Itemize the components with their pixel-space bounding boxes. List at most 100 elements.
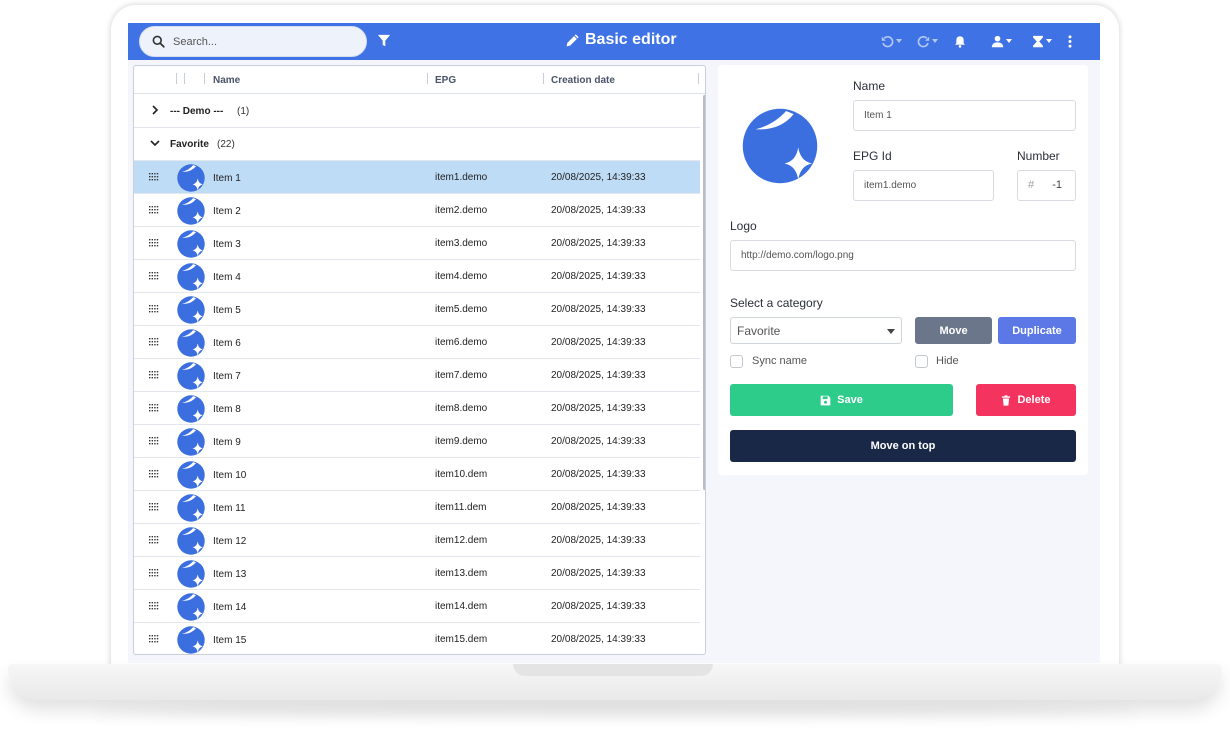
creation-date-cell: 20/08/2025, 14:39:33 [551,634,646,645]
logo-url-input[interactable] [730,240,1076,271]
table-row[interactable]: Item 6 item6.demo 20/08/2025, 14:39:33 [134,326,700,359]
column-separator[interactable] [184,73,185,84]
table-row[interactable]: Item 14 item14.dem 20/08/2025, 14:39:33 [134,590,700,623]
drag-handle-icon[interactable] [149,338,159,346]
filter-icon[interactable] [377,34,391,48]
table-row[interactable]: Item 7 item7.demo 20/08/2025, 14:39:33 [134,359,700,392]
table-row[interactable]: Item 12 item12.dem 20/08/2025, 14:39:33 [134,524,700,557]
kebab-menu-icon [1068,34,1072,48]
item-logo [177,263,205,291]
top-bar: Basic editor [128,23,1100,60]
column-header-epg[interactable]: EPG [435,75,456,86]
name-label: Name [853,79,886,93]
drag-handle-icon[interactable] [149,173,159,181]
user-menu-button[interactable] [991,33,1012,49]
table-row[interactable]: Item 11 item11.dem 20/08/2025, 14:39:33 [134,491,700,524]
column-separator[interactable] [543,73,544,84]
item-logo [177,197,205,225]
creation-date-cell: 20/08/2025, 14:39:33 [551,601,646,612]
column-separator[interactable] [176,73,177,84]
drag-handle-icon[interactable] [149,371,159,379]
drag-handle-icon[interactable] [149,569,159,577]
move-button[interactable]: Move [915,317,992,344]
time-menu-button[interactable] [1032,33,1052,49]
duplicate-button[interactable]: Duplicate [998,317,1076,344]
undo-button[interactable] [881,33,902,49]
sync-name-checkbox[interactable] [730,355,743,368]
group-row-demo[interactable]: --- Demo --- (1) [134,95,700,128]
creation-date-cell: 20/08/2025, 14:39:33 [551,568,646,579]
creation-date-cell: 20/08/2025, 14:39:33 [551,172,646,183]
search-icon [152,35,165,48]
item-logo [177,296,205,324]
drag-handle-icon[interactable] [149,239,159,247]
drag-handle-icon[interactable] [149,437,159,445]
table-row[interactable]: Item 15 item15.dem 20/08/2025, 14:39:33 [134,623,700,654]
table-row[interactable]: Item 1 item1.demo 20/08/2025, 14:39:33 [134,161,700,194]
table-row[interactable]: Item 4 item4.demo 20/08/2025, 14:39:33 [134,260,700,293]
table-row[interactable]: Item 8 item8.demo 20/08/2025, 14:39:33 [134,392,700,425]
name-input[interactable] [853,100,1076,131]
number-input[interactable]: # -1 [1017,170,1076,201]
epg-id-input[interactable] [853,170,994,201]
group-name: --- Demo --- [170,106,224,117]
sync-name-label: Sync name [752,355,808,367]
item-name-cell: Item 11 [213,503,246,514]
column-header-name[interactable]: Name [213,75,240,86]
notifications-button[interactable] [954,33,966,49]
more-menu-button[interactable] [1068,33,1072,49]
table-row[interactable]: Item 9 item9.demo 20/08/2025, 14:39:33 [134,425,700,458]
delete-button[interactable]: Delete [976,384,1076,416]
drag-handle-icon[interactable] [149,536,159,544]
grid-scrollbar[interactable] [703,95,705,490]
table-row[interactable]: Item 10 item10.dem 20/08/2025, 14:39:33 [134,458,700,491]
creation-date-cell: 20/08/2025, 14:39:33 [551,370,646,381]
number-value: -1 [1052,179,1062,191]
chevron-right-icon[interactable] [150,105,160,115]
item-name-cell: Item 4 [213,272,241,283]
column-separator[interactable] [427,73,428,84]
creation-date-cell: 20/08/2025, 14:39:33 [551,205,646,216]
search-box[interactable] [139,26,367,57]
drag-handle-icon[interactable] [149,404,159,412]
item-logo [177,593,205,621]
editor-panel: Name EPG Id Number # -1 Logo Select a ca… [718,65,1088,475]
creation-date-cell: 20/08/2025, 14:39:33 [551,271,646,282]
drag-handle-icon[interactable] [149,503,159,511]
table-row[interactable]: Item 2 item2.demo 20/08/2025, 14:39:33 [134,194,700,227]
column-separator[interactable] [698,73,699,84]
epg-cell: item6.demo [435,337,488,348]
item-name-cell: Item 5 [213,305,241,316]
move-on-top-button[interactable]: Move on top [730,430,1076,462]
item-name-cell: Item 3 [213,239,241,250]
column-header-creation-date[interactable]: Creation date [551,75,615,86]
drag-handle-icon[interactable] [149,470,159,478]
drag-handle-icon[interactable] [149,305,159,313]
epg-cell: item4.demo [435,271,488,282]
creation-date-cell: 20/08/2025, 14:39:33 [551,436,646,447]
redo-button[interactable] [917,33,938,49]
column-separator[interactable] [204,73,205,84]
number-prefix: # [1028,179,1035,191]
search-input[interactable] [173,35,353,48]
chevron-down-icon[interactable] [150,138,160,148]
item-logo [177,494,205,522]
item-name-cell: Item 12 [213,536,247,547]
item-logo [177,461,205,489]
epg-cell: item13.dem [435,568,488,579]
table-row[interactable]: Item 13 item13.dem 20/08/2025, 14:39:33 [134,557,700,590]
drag-handle-icon[interactable] [149,635,159,643]
hide-checkbox[interactable] [915,355,928,368]
drag-handle-icon[interactable] [149,272,159,280]
drag-handle-icon[interactable] [149,206,159,214]
save-button[interactable]: Save [730,384,953,416]
category-select[interactable]: Favorite [730,317,902,344]
logo-label: Logo [730,219,757,233]
table-row[interactable]: Item 3 item3.demo 20/08/2025, 14:39:33 [134,227,700,260]
delete-button-label: Delete [1017,394,1051,406]
drag-handle-icon[interactable] [149,602,159,610]
group-row-favorite[interactable]: Favorite (22) [134,128,700,161]
group-count: (22) [217,139,235,150]
table-row[interactable]: Item 5 item5.demo 20/08/2025, 14:39:33 [134,293,700,326]
item-name-cell: Item 13 [213,569,247,580]
